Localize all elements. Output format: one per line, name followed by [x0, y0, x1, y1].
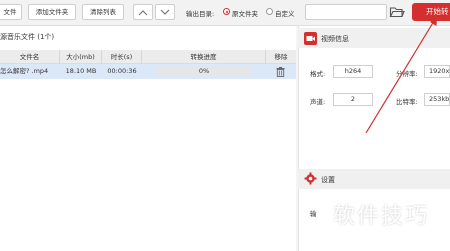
- watermark-text: 软件技巧: [333, 204, 430, 229]
